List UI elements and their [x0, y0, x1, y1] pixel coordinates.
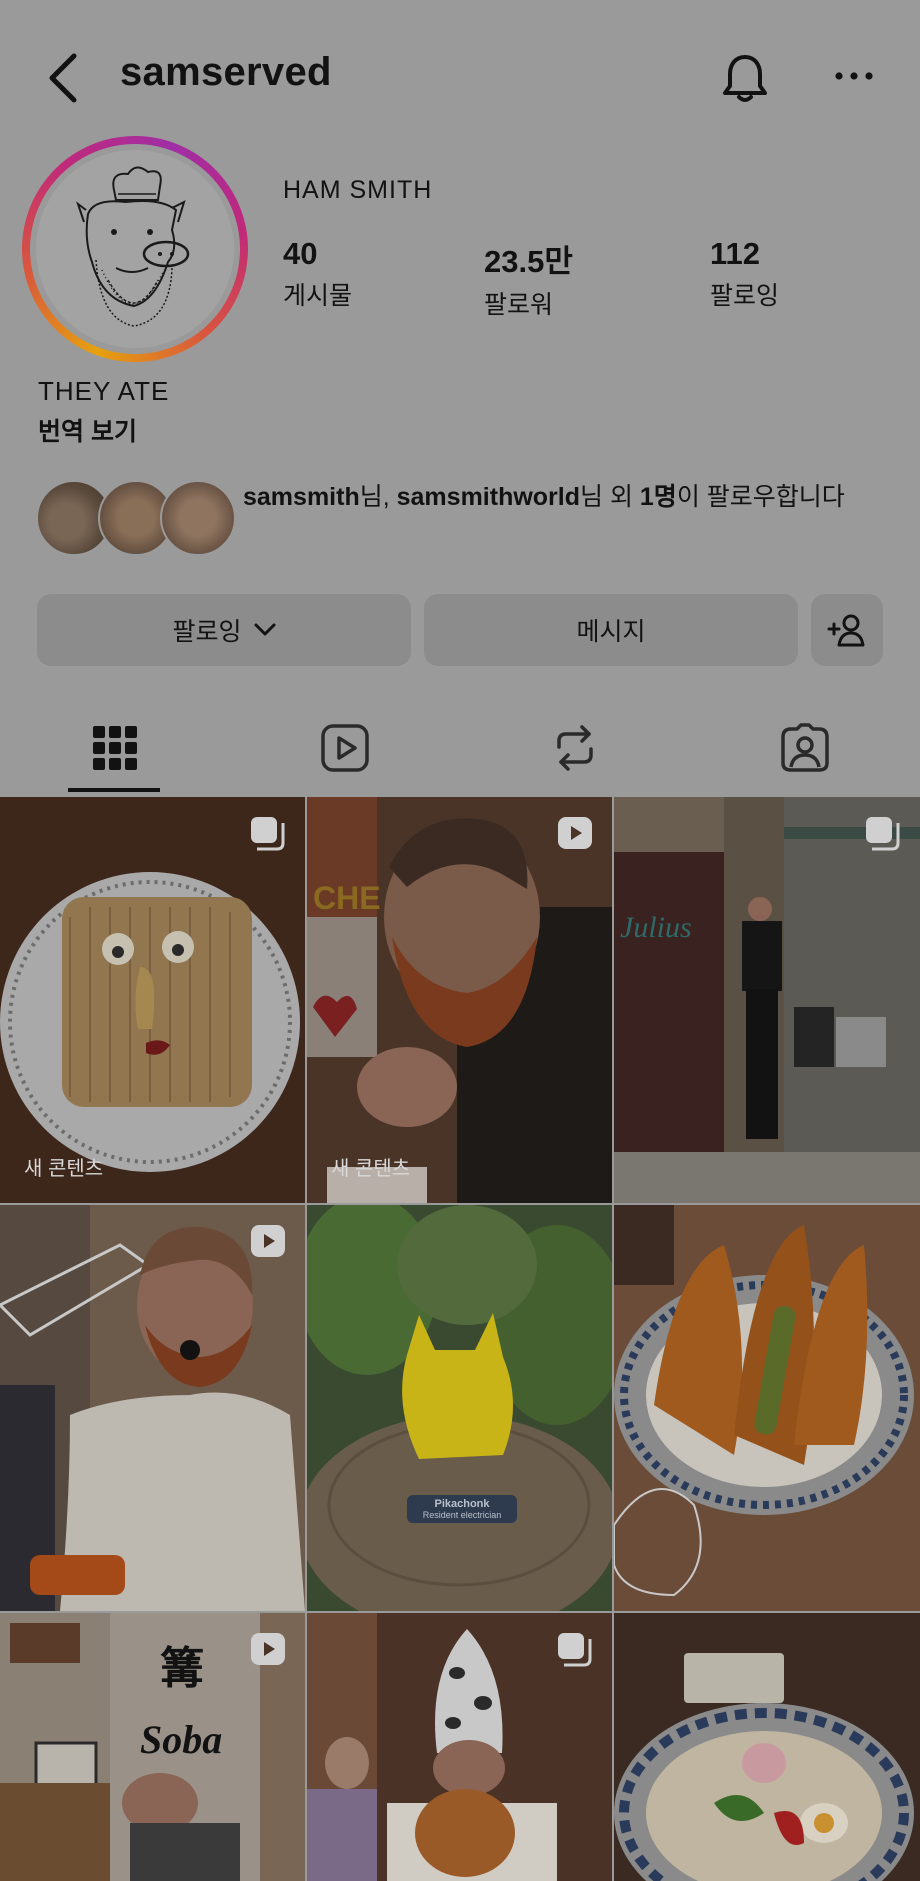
grid-post[interactable]: Julius [614, 797, 920, 1203]
reels-play-icon [321, 724, 369, 772]
avatar [160, 480, 236, 556]
others-count: 1명 [639, 483, 677, 511]
grid-post[interactable] [0, 1205, 305, 1611]
separator-text: 님, [359, 483, 397, 511]
followed-suffix: 이 팔로우합니다 [676, 483, 845, 511]
posts-grid: 새 콘텐츠 CHE 새 콘텐츠 Julius Pikachonk Residen… [0, 797, 920, 1881]
followers-count[interactable]: 23.5만 팔로워 [484, 236, 573, 321]
profile-display-name: HAM SMITH [283, 176, 433, 204]
following-button-label: 팔로잉 [172, 618, 242, 646]
sign-text: CHE [313, 880, 381, 916]
profile-bio: THEY ATE [38, 376, 170, 406]
grid-icon [93, 726, 137, 770]
carousel-icon [251, 817, 285, 851]
see-translation-link[interactable]: 번역 보기 [38, 412, 137, 448]
door-sign-text: Julius [620, 911, 692, 944]
cake-photo [0, 797, 305, 1203]
reel-play-icon [558, 817, 592, 849]
grid-post[interactable] [614, 1205, 920, 1611]
grid-post[interactable]: 새 콘텐츠 [0, 797, 305, 1203]
reel-play-icon [251, 1633, 285, 1665]
tab-posts-grid[interactable] [0, 700, 230, 796]
chevron-down-icon [254, 623, 275, 636]
posts-count[interactable]: 40 게시물 [283, 236, 352, 312]
carousel-icon [866, 817, 900, 851]
statue-plaque-subtitle: Resident electrician [423, 1510, 502, 1520]
yellow-statue-photo: Pikachonk Resident electrician [307, 1205, 612, 1611]
statue-plaque-title: Pikachonk [434, 1498, 490, 1510]
message-button-label: 메시지 [576, 618, 646, 646]
profile-username: samserved [120, 50, 332, 94]
suggest-people-button[interactable] [811, 594, 883, 666]
pig-chef-drawing [76, 166, 190, 327]
man-at-door-photo: Julius [614, 797, 920, 1203]
tab-reposts[interactable] [460, 700, 690, 796]
separator-text: 님 외 [580, 483, 640, 511]
profile-tabs [0, 700, 920, 796]
follower-name[interactable]: samsmith [243, 483, 360, 511]
followed-by-text[interactable]: samsmith님, samsmithworld님 외 1명이 팔로우합니다 [243, 478, 883, 516]
new-content-label: 새 콘텐츠 [331, 1158, 411, 1180]
ramen-bowl-photo [614, 1613, 920, 1881]
grid-post[interactable] [307, 1613, 612, 1881]
following-button[interactable]: 팔로잉 [37, 594, 411, 666]
carousel-icon [558, 1633, 592, 1667]
soba-sign-text: Soba [140, 1717, 222, 1762]
reel-play-icon [251, 1225, 285, 1257]
profile-header: samserved [0, 0, 920, 150]
man-eating-photo: CHE [307, 797, 612, 1203]
profile-avatar[interactable] [22, 136, 248, 362]
grid-post[interactable] [614, 1613, 920, 1881]
shop-kanji-sign: 篝 [160, 1643, 204, 1694]
tab-reels[interactable] [230, 700, 460, 796]
more-options-icon[interactable] [834, 68, 874, 84]
repost-icon [557, 725, 593, 771]
grid-post[interactable]: Pikachonk Resident electrician [307, 1205, 612, 1611]
tab-tagged[interactable] [690, 700, 920, 796]
following-count[interactable]: 112 팔로잉 [710, 236, 779, 312]
message-button[interactable]: 메시지 [424, 594, 798, 666]
tempura-bowl-photo [614, 1205, 920, 1611]
mutual-followers-avatars[interactable] [36, 480, 236, 556]
grid-post[interactable]: CHE 새 콘텐츠 [307, 797, 612, 1203]
follower-name[interactable]: samsmithworld [397, 483, 580, 511]
new-content-label: 새 콘텐츠 [24, 1158, 104, 1180]
notification-bell-icon[interactable] [720, 52, 770, 104]
tagged-person-icon [781, 723, 829, 772]
add-person-icon [827, 614, 865, 647]
grid-post[interactable]: 篝 Soba [0, 1613, 305, 1881]
active-tab-indicator [68, 788, 160, 792]
man-with-mic-photo [0, 1205, 305, 1611]
back-arrow-icon[interactable] [44, 50, 84, 106]
